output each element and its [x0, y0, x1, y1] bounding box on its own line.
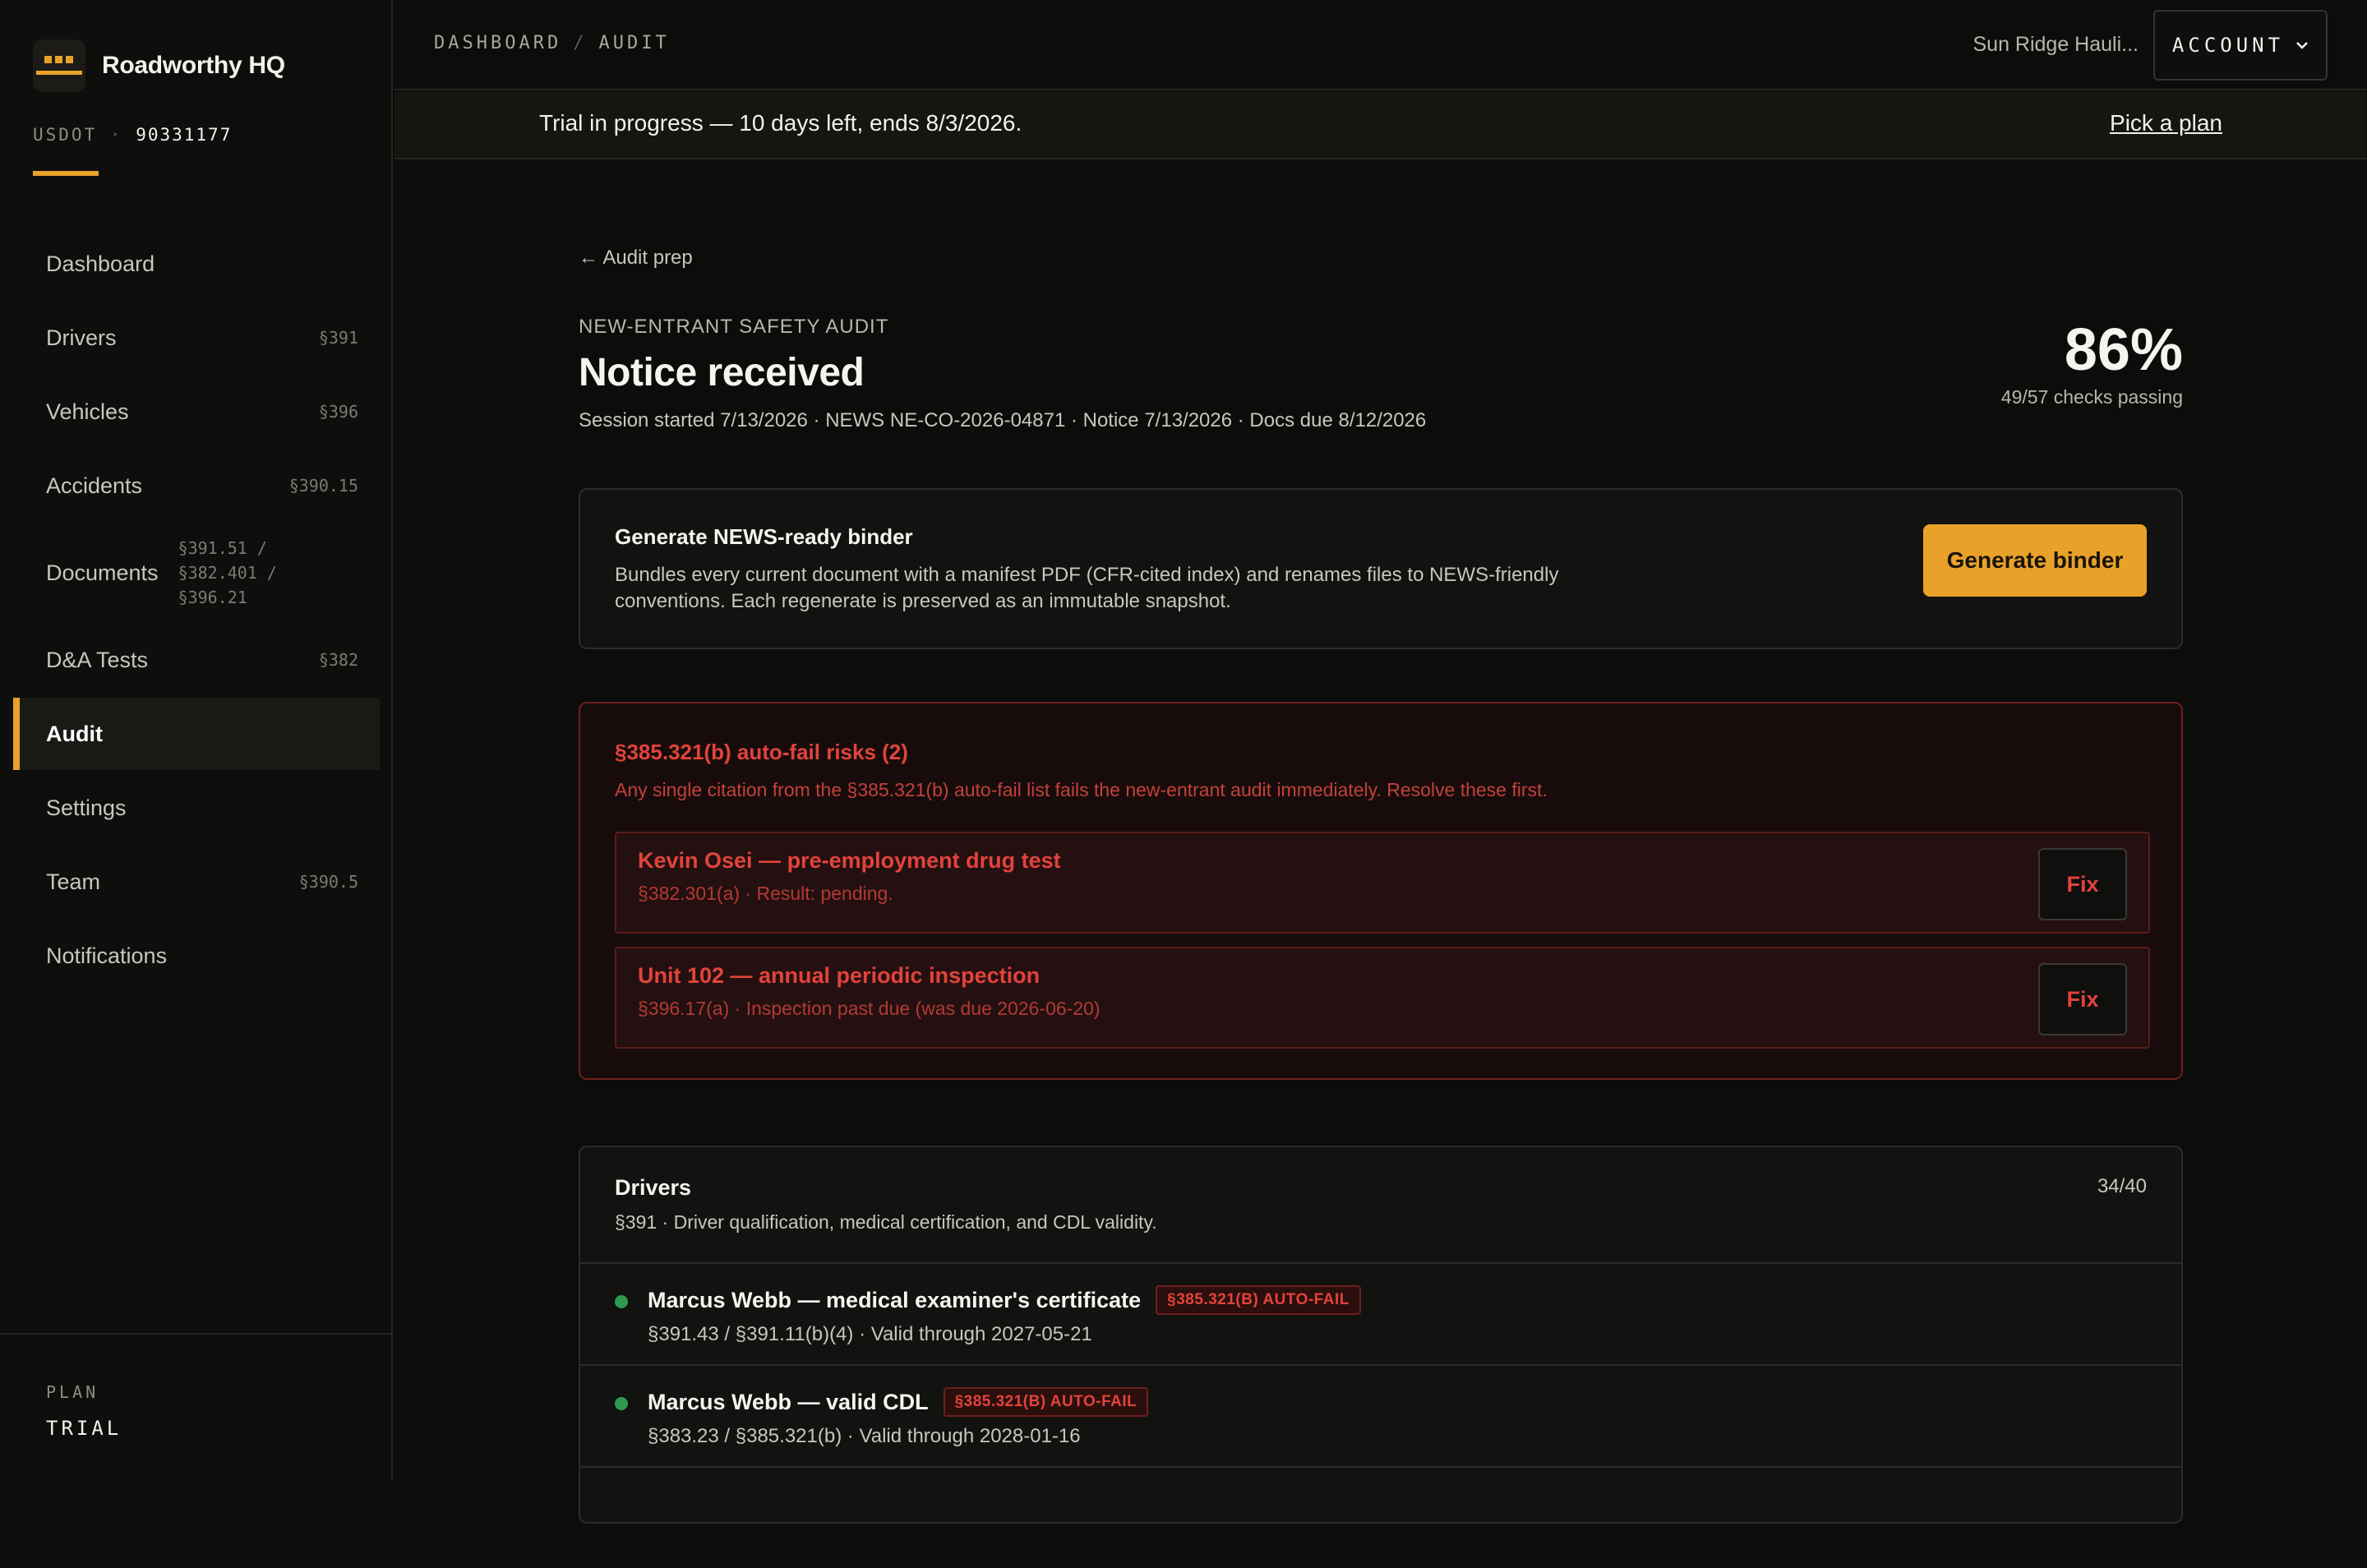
cfr-citation: §382: [318, 650, 358, 670]
check-title: Marcus Webb — medical examiner's certifi…: [648, 1287, 1142, 1312]
app-name: Roadworthy HQ: [102, 52, 285, 79]
sidebar-item-notifications[interactable]: Notifications: [13, 920, 380, 992]
brand[interactable]: Roadworthy HQ: [33, 39, 285, 92]
usdot-number: USDOT · 90331177: [33, 125, 233, 145]
plan-panel: PLAN TRIAL: [0, 1333, 391, 1479]
plan-value: TRIAL: [46, 1417, 122, 1440]
status-dot-icon: [615, 1295, 628, 1308]
risk-item-detail: §396.17(a) · Inspection past due (was du…: [638, 998, 1100, 1019]
breadcrumb-dashboard[interactable]: DASHBOARD: [434, 33, 561, 53]
sidebar-item-dashboard[interactable]: Dashboard: [13, 228, 380, 300]
sidebar-item-documents[interactable]: Documents §391.51 / §382.401 / §396.21: [13, 523, 380, 622]
breadcrumb-audit: AUDIT: [598, 33, 670, 53]
page-title: Notice received: [579, 351, 865, 394]
sidebar-item-da-tests[interactable]: D&A Tests §382: [13, 624, 380, 696]
cfr-citation: §396: [318, 402, 358, 422]
cfr-citation: §391.51 / §382.401 / §396.21: [178, 538, 277, 607]
audit-type-eyebrow: NEW-ENTRANT SAFETY AUDIT: [579, 316, 889, 338]
autofail-badge: §385.321(B) AUTO-FAIL: [943, 1387, 1149, 1417]
status-dot-icon: [615, 1397, 628, 1410]
autofail-title: §385.321(b) auto-fail risks (2): [615, 740, 908, 764]
check-row[interactable]: [580, 1466, 2181, 1568]
cfr-citation: §390.15: [288, 476, 358, 496]
section-count: 34/40: [2097, 1175, 2147, 1197]
check-row[interactable]: Marcus Webb — valid CDL §385.321(B) AUTO…: [580, 1364, 2181, 1466]
sidebar-item-vehicles[interactable]: Vehicles §396: [13, 376, 380, 448]
autofail-badge: §385.321(B) AUTO-FAIL: [1156, 1285, 1361, 1315]
checks-passing: 49/57 checks passing: [2000, 386, 2183, 408]
binder-card: Generate NEWS-ready binder Bundles every…: [579, 488, 2183, 649]
risk-item: Kevin Osei — pre-employment drug test §3…: [615, 832, 2150, 934]
binder-title: Generate NEWS-ready binder: [615, 524, 913, 549]
audit-score: 86% 49/57 checks passing: [2001, 316, 2183, 408]
account-button[interactable]: ACCOUNT: [2153, 10, 2328, 81]
fix-button[interactable]: Fix: [2038, 848, 2127, 920]
plan-label: PLAN: [46, 1382, 99, 1402]
risk-item: Unit 102 — annual periodic inspection §3…: [615, 947, 2150, 1049]
risk-item-detail: §382.301(a) · Result: pending.: [638, 883, 893, 904]
truck-logo-icon: [33, 39, 85, 92]
sidebar: Roadworthy HQ USDOT · 90331177 Dashboard…: [0, 0, 393, 1479]
check-row[interactable]: Marcus Webb — medical examiner's certifi…: [580, 1262, 2181, 1364]
fix-button[interactable]: Fix: [2038, 963, 2127, 1035]
session-meta: Session started 7/13/2026 · NEWS NE-CO-2…: [579, 409, 1427, 431]
check-title: Marcus Webb — valid CDL: [648, 1389, 929, 1414]
organization-name: Sun Ridge Hauli...: [1972, 33, 2139, 56]
check-detail: §383.23 / §385.321(b) · Valid through 20…: [648, 1425, 1081, 1447]
binder-description: Bundles every current document with a ma…: [615, 564, 1559, 612]
risk-item-title: Kevin Osei — pre-employment drug test: [638, 848, 1061, 873]
sidebar-item-audit[interactable]: Audit: [13, 698, 380, 770]
sidebar-nav: Dashboard Drivers §391 Vehicles §396 Acc…: [13, 228, 380, 994]
breadcrumb: DASHBOARD / AUDIT: [434, 33, 670, 53]
score-percent: 86%: [2064, 317, 2183, 383]
autofail-risks-card: §385.321(b) auto-fail risks (2) Any sing…: [579, 702, 2183, 1080]
sidebar-item-team[interactable]: Team §390.5: [13, 846, 380, 918]
cfr-citation: §390.5: [298, 872, 358, 892]
risk-item-title: Unit 102 — annual periodic inspection: [638, 963, 1040, 988]
autofail-description: Any single citation from the §385.321(b)…: [615, 779, 1548, 800]
section-title: Drivers: [615, 1175, 692, 1200]
usdot-underline: [33, 171, 99, 176]
sidebar-item-accidents[interactable]: Accidents §390.15: [13, 450, 380, 522]
trial-message: Trial in progress — 10 days left, ends 8…: [539, 110, 1022, 136]
topbar: DASHBOARD / AUDIT Sun Ridge Hauli... ACCOU…: [394, 0, 2367, 90]
section-description: §391 · Driver qualification, medical cer…: [615, 1211, 1157, 1233]
sidebar-item-settings[interactable]: Settings: [13, 772, 380, 844]
pick-plan-link[interactable]: Pick a plan: [2110, 110, 2222, 136]
back-to-audit-prep-link[interactable]: ← Audit prep: [579, 247, 693, 270]
check-detail: §391.43 / §391.11(b)(4) · Valid through …: [648, 1323, 1092, 1345]
cfr-citation: §391: [318, 328, 358, 348]
chevron-down-icon: [2296, 42, 2308, 49]
trial-banner: Trial in progress — 10 days left, ends 8…: [394, 92, 2367, 159]
sidebar-item-drivers[interactable]: Drivers §391: [13, 302, 380, 374]
drivers-checks-card: Drivers §391 · Driver qualification, med…: [579, 1146, 2183, 1524]
generate-binder-button[interactable]: Generate binder: [1923, 524, 2147, 597]
